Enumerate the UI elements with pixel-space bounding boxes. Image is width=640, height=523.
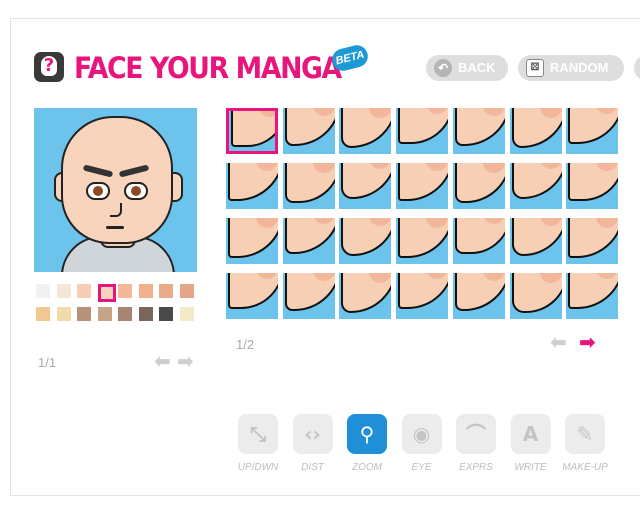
back-label: BACK	[458, 60, 496, 75]
tool-eye-button[interactable]: ◉	[401, 414, 442, 454]
skin-swatch[interactable]	[56, 307, 71, 321]
chin-option[interactable]	[339, 273, 392, 319]
chin-option-selected[interactable]	[226, 108, 278, 154]
chin-option[interactable]	[282, 108, 335, 154]
chin-option[interactable]	[452, 273, 505, 319]
preview-next-arrow-icon[interactable]: ➡	[177, 351, 194, 371]
chin-option[interactable]	[282, 273, 335, 319]
back-arrow-icon: ↶	[434, 59, 452, 77]
chin-option[interactable]	[509, 273, 562, 319]
skin-swatch[interactable]	[36, 307, 50, 321]
skin-swatch[interactable]	[36, 284, 50, 298]
lipstick-icon: ✎	[576, 422, 594, 446]
random-button[interactable]: ⚄ RANDOM	[518, 55, 624, 81]
skin-swatch[interactable]	[77, 307, 91, 321]
chin-option[interactable]	[452, 108, 505, 154]
avatar-eye-left	[86, 182, 110, 200]
chin-option[interactable]	[226, 273, 278, 319]
tool-makeup-label: MAKE-UP	[562, 462, 608, 473]
avatar-nose	[110, 203, 122, 217]
chin-option[interactable]	[226, 218, 278, 264]
tool-eye-label: EYE	[411, 462, 432, 473]
skin-swatch[interactable]	[159, 307, 173, 321]
skin-swatch[interactable]	[138, 307, 153, 321]
eye-icon: ◉	[412, 422, 431, 446]
chin-option[interactable]	[509, 218, 562, 264]
avatar-mouth	[106, 226, 124, 229]
chin-option[interactable]	[396, 163, 449, 209]
skin-swatch[interactable]	[179, 284, 194, 298]
app-title: FACE YOUR MANGA	[74, 51, 342, 85]
skin-swatch[interactable]	[159, 284, 173, 298]
tool-exprs-button[interactable]: ⌒	[456, 414, 496, 454]
skin-swatch[interactable]	[118, 307, 132, 321]
chin-option[interactable]	[566, 273, 619, 319]
expand-arrows-icon: ⤡	[250, 422, 266, 446]
chin-option[interactable]	[339, 108, 392, 154]
chin-option[interactable]	[396, 218, 449, 264]
options-pager: 1/2	[236, 337, 255, 352]
chin-option[interactable]	[566, 108, 619, 154]
tool-zoom-label: ZOOM	[352, 462, 382, 473]
code-brackets-icon: ‹›	[304, 422, 321, 446]
letter-a-icon: A	[522, 422, 539, 446]
tool-zoom-button[interactable]: ⚲	[347, 414, 387, 454]
chin-option[interactable]	[226, 163, 278, 209]
skin-swatch[interactable]	[97, 284, 116, 302]
chin-option[interactable]	[509, 163, 562, 209]
tool-write-label: WRITE	[514, 462, 547, 473]
preview-pager: 1/1	[38, 355, 57, 370]
skin-swatch[interactable]	[97, 307, 112, 321]
avatar-preview	[34, 108, 197, 272]
tool-exprs-label: EXPRS	[459, 462, 493, 473]
skin-swatch[interactable]	[77, 284, 91, 298]
mask-logo-icon: ?	[34, 52, 64, 82]
chin-option[interactable]	[452, 163, 505, 209]
avatar-head	[61, 116, 173, 244]
preview-prev-arrow-icon[interactable]: ⬅	[154, 351, 171, 371]
chin-option[interactable]	[339, 163, 392, 209]
random-label: RANDOM	[550, 60, 609, 75]
chin-option[interactable]	[566, 218, 619, 264]
skin-swatch[interactable]	[138, 284, 153, 298]
avatar-eye-right	[124, 182, 148, 200]
tool-makeup-button[interactable]: ✎	[565, 414, 605, 454]
chin-option[interactable]	[396, 108, 449, 154]
eyebrow-icon: ⌒	[466, 422, 486, 446]
back-button[interactable]: ↶ BACK	[426, 55, 508, 81]
skin-swatch[interactable]	[56, 284, 71, 298]
tool-write-button[interactable]: A	[510, 414, 551, 454]
chin-option[interactable]	[452, 218, 505, 264]
chin-option[interactable]	[282, 163, 335, 209]
skin-swatch[interactable]	[179, 307, 194, 321]
magnifier-icon: ⚲	[359, 422, 375, 446]
skin-swatch[interactable]	[118, 284, 132, 298]
tool-dist-label: DIST	[301, 462, 324, 473]
dice-icon: ⚄	[526, 59, 544, 77]
tool-dist-button[interactable]: ‹›	[292, 414, 333, 454]
chin-option[interactable]	[282, 218, 335, 264]
tool-up-down-button[interactable]: ⤡	[238, 414, 278, 454]
options-prev-arrow-icon[interactable]: ⬅	[550, 332, 567, 352]
options-next-arrow-icon[interactable]: ➡	[579, 332, 596, 352]
chin-option[interactable]	[566, 163, 619, 209]
tool-up-down-label: UP/DWN	[237, 462, 279, 473]
chin-option[interactable]	[396, 273, 449, 319]
chin-option[interactable]	[339, 218, 392, 264]
chin-option[interactable]	[509, 108, 562, 154]
